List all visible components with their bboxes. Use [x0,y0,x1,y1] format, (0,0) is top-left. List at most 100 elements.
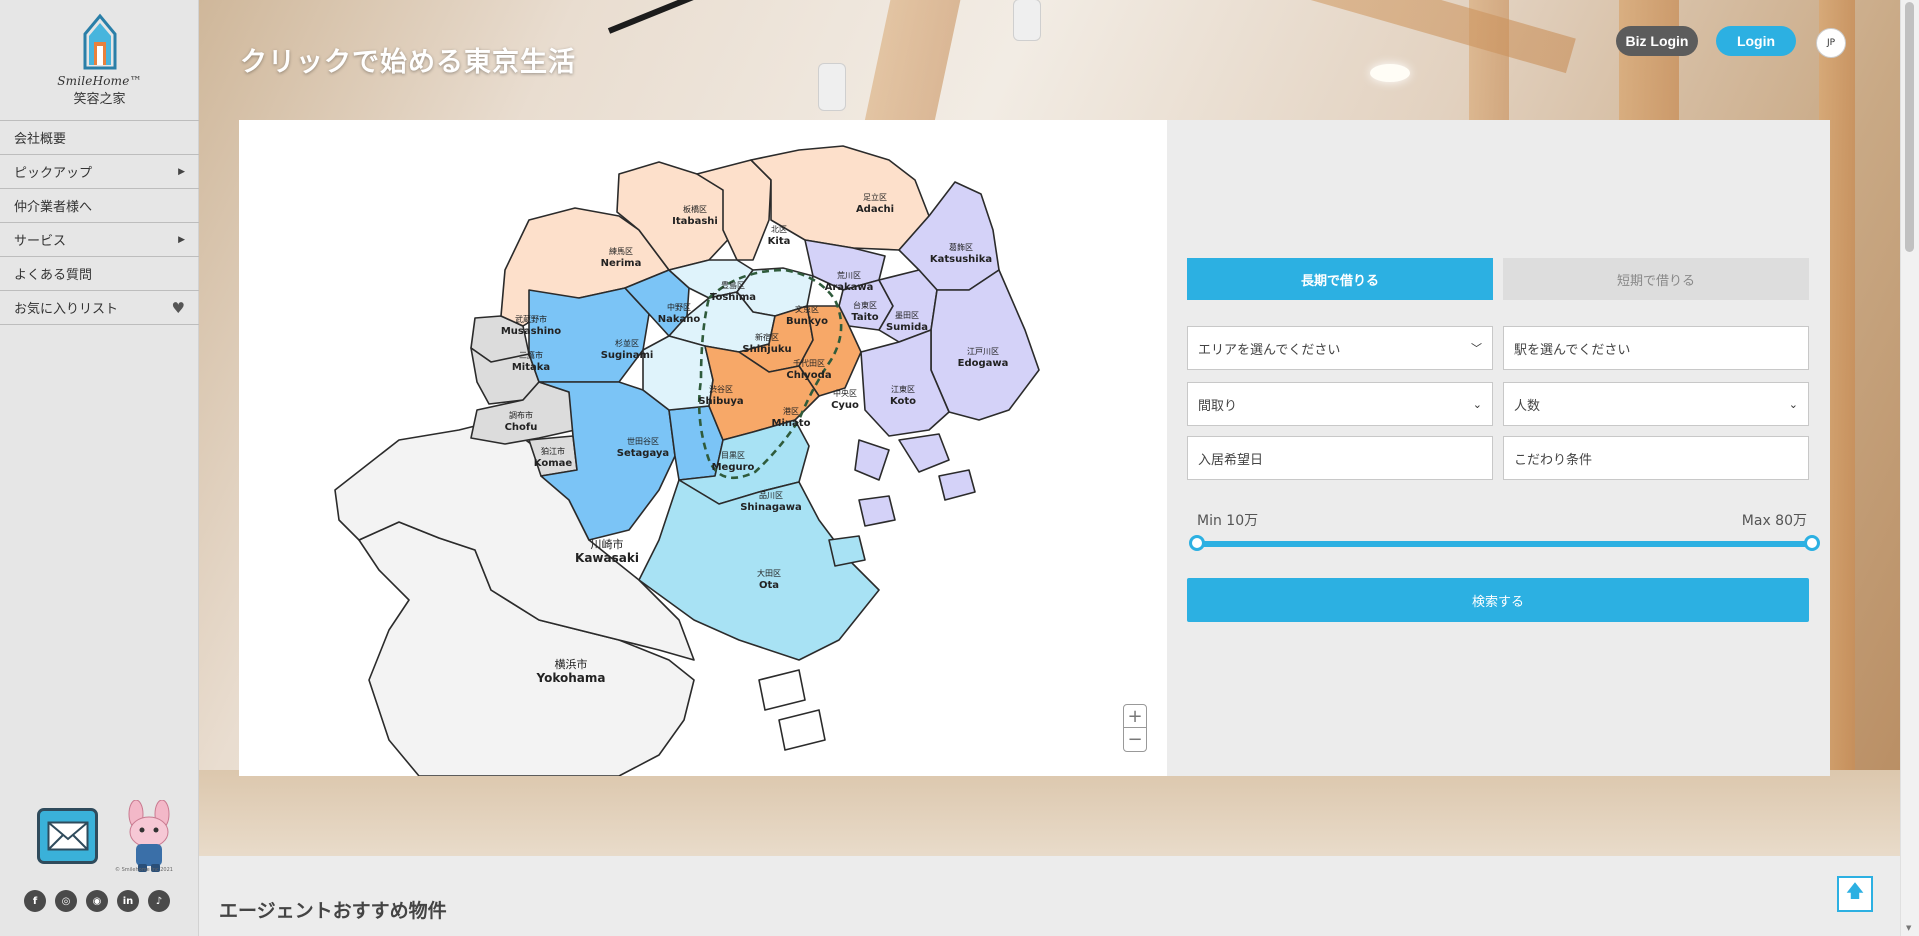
svg-text:Setagaya: Setagaya [617,448,669,459]
mail-icon [47,821,88,851]
nav-item-company[interactable]: 会社概要 [0,121,199,155]
layout-select-value: 間取り [1198,398,1238,414]
mail-button[interactable] [37,808,98,864]
nav-item-services[interactable]: サービス ▶ [0,223,199,257]
copyright: © Smilehome Inc 2021 [115,867,173,873]
caret-right-icon: ▶ [178,166,185,177]
island [758,669,806,711]
move-in-date-input[interactable]: 入居希望日 [1187,436,1493,480]
linkedin-icon[interactable]: in [117,890,139,912]
conditions-placeholder: こだわり条件 [1514,452,1593,468]
search-button[interactable]: 検索する [1187,578,1809,622]
page-scrollbar[interactable]: ▼ [1900,0,1919,936]
rent-min-handle[interactable] [1189,535,1205,551]
ward-label-kita: 北区 Kita [768,225,791,247]
biz-login-button[interactable]: Biz Login [1616,26,1698,56]
rent-min-label: Min 10万 [1197,513,1259,529]
svg-text:Kawasaki: Kawasaki [575,551,639,565]
tab-short-term[interactable]: 短期で借りる [1503,258,1809,300]
tiktok-icon[interactable]: ♪ [148,890,170,912]
ward-label-ota: 大田区 Ota [757,568,781,591]
svg-text:大田区: 大田区 [757,568,781,578]
conditions-input[interactable]: こだわり条件 [1503,436,1809,480]
nav-label: お気に入りリスト [14,302,119,317]
social-links: f ◎ ◉ in ♪ [24,890,170,912]
rent-range-slider[interactable] [1197,541,1809,547]
svg-text:中央区: 中央区 [833,388,857,398]
area-select[interactable]: エリアを選んでください ﹀ [1187,326,1493,370]
ceiling-light [1370,64,1410,82]
scroll-thumb[interactable] [1905,2,1914,252]
page-title: クリックで始める東京生活 [240,47,576,78]
minus-icon[interactable]: − [1124,728,1146,751]
svg-text:中野区: 中野区 [667,302,691,312]
svg-text:Itabashi: Itabashi [672,216,718,227]
recommended-section: エージェントおすすめ物件 🡅 [199,856,1900,936]
chevron-down-icon: ⌄ [1472,397,1482,411]
island [898,433,950,473]
svg-text:Komae: Komae [534,458,573,469]
layout-select[interactable]: 間取り ⌄ [1187,382,1493,426]
nav-item-pickup[interactable]: ピックアップ ▶ [0,155,199,189]
line-icon[interactable]: ◉ [86,890,108,912]
svg-text:Kita: Kita [768,236,791,247]
svg-text:横浜市: 横浜市 [555,657,588,671]
svg-text:Shinjuku: Shinjuku [742,344,791,355]
svg-text:Taito: Taito [851,312,878,323]
move-in-date-placeholder: 入居希望日 [1198,452,1264,468]
ward-label-chiyoda: 千代田区 Chiyoda [786,358,831,381]
nav-item-faq[interactable]: よくある質問 [0,257,199,291]
svg-text:目黒区: 目黒区 [721,451,745,460]
nav-label: ピックアップ [14,166,93,181]
light-track [607,0,889,34]
rent-max-label: Max 80万 [1741,513,1807,529]
facebook-icon[interactable]: f [24,890,46,912]
nav-label: 会社概要 [14,132,67,147]
ward-edogawa[interactable] [930,269,1040,421]
language-switcher[interactable]: JP [1816,28,1846,58]
mascot-image [128,800,170,872]
ward-adachi[interactable] [750,145,930,251]
svg-text:狛江市: 狛江市 [541,446,565,456]
login-button[interactable]: Login [1716,26,1796,56]
back-to-top-button[interactable]: 🡅 [1837,876,1873,912]
scroll-down-arrow-icon[interactable]: ▼ [1906,924,1911,932]
area-select-value: エリアを選んでください [1198,342,1341,358]
chevron-down-icon: ﹀ [1471,342,1482,355]
tab-long-term[interactable]: 長期で借りる [1187,258,1493,300]
svg-text:Shinagawa: Shinagawa [740,502,802,513]
svg-text:荒川区: 荒川区 [837,270,861,280]
ward-label-taito: 台東区 Taito [851,300,878,323]
nav-item-agents[interactable]: 仲介業者様へ [0,189,199,223]
nav-label: 仲介業者様へ [14,200,93,215]
search-panel: 長期で借りる 短期で借りる エリアを選んでください ﹀ 駅を選んでください 間取… [1167,120,1830,776]
spotlight [819,64,845,110]
brand-subname: 笑容之家 [73,92,126,107]
svg-text:葛飾区: 葛飾区 [949,242,973,252]
station-input[interactable]: 駅を選んでください [1503,326,1809,370]
svg-text:Chofu: Chofu [505,422,538,433]
spotlight [1014,0,1040,40]
svg-text:Nerima: Nerima [601,258,642,269]
svg-text:Mitaka: Mitaka [512,362,550,373]
svg-text:Bunkyo: Bunkyo [786,316,828,327]
heart-icon: ♥ [171,298,185,317]
svg-text:Musashino: Musashino [501,326,561,337]
svg-text:文京区: 文京区 [795,304,819,314]
svg-text:豊島区: 豊島区 [721,280,745,290]
tokyo-map: 板橋区 Itabashi 足立区 Adachi 北区 Kita 葛飾区 Katsushi… [334,145,1040,776]
plus-icon[interactable]: + [1124,705,1146,728]
sidebar: SmileHome™ 笑容之家 会社概要 ピックアップ ▶ 仲介業者様へ サービ… [0,0,199,936]
island [828,535,866,567]
svg-text:板橋区: 板橋区 [683,204,707,214]
nav-item-favorites[interactable]: お気に入りリスト ♥ [0,291,199,325]
instagram-icon[interactable]: ◎ [55,890,77,912]
logo[interactable]: SmileHome™ 笑容之家 [0,12,199,116]
people-select[interactable]: 人数 ⌄ [1503,382,1809,426]
rent-max-handle[interactable] [1804,535,1820,551]
svg-text:Edogawa: Edogawa [958,358,1009,369]
svg-text:Ota: Ota [759,580,779,591]
caret-right-icon: ▶ [178,234,185,245]
svg-text:杉並区: 杉並区 [615,338,639,348]
svg-text:新宿区: 新宿区 [755,332,779,342]
